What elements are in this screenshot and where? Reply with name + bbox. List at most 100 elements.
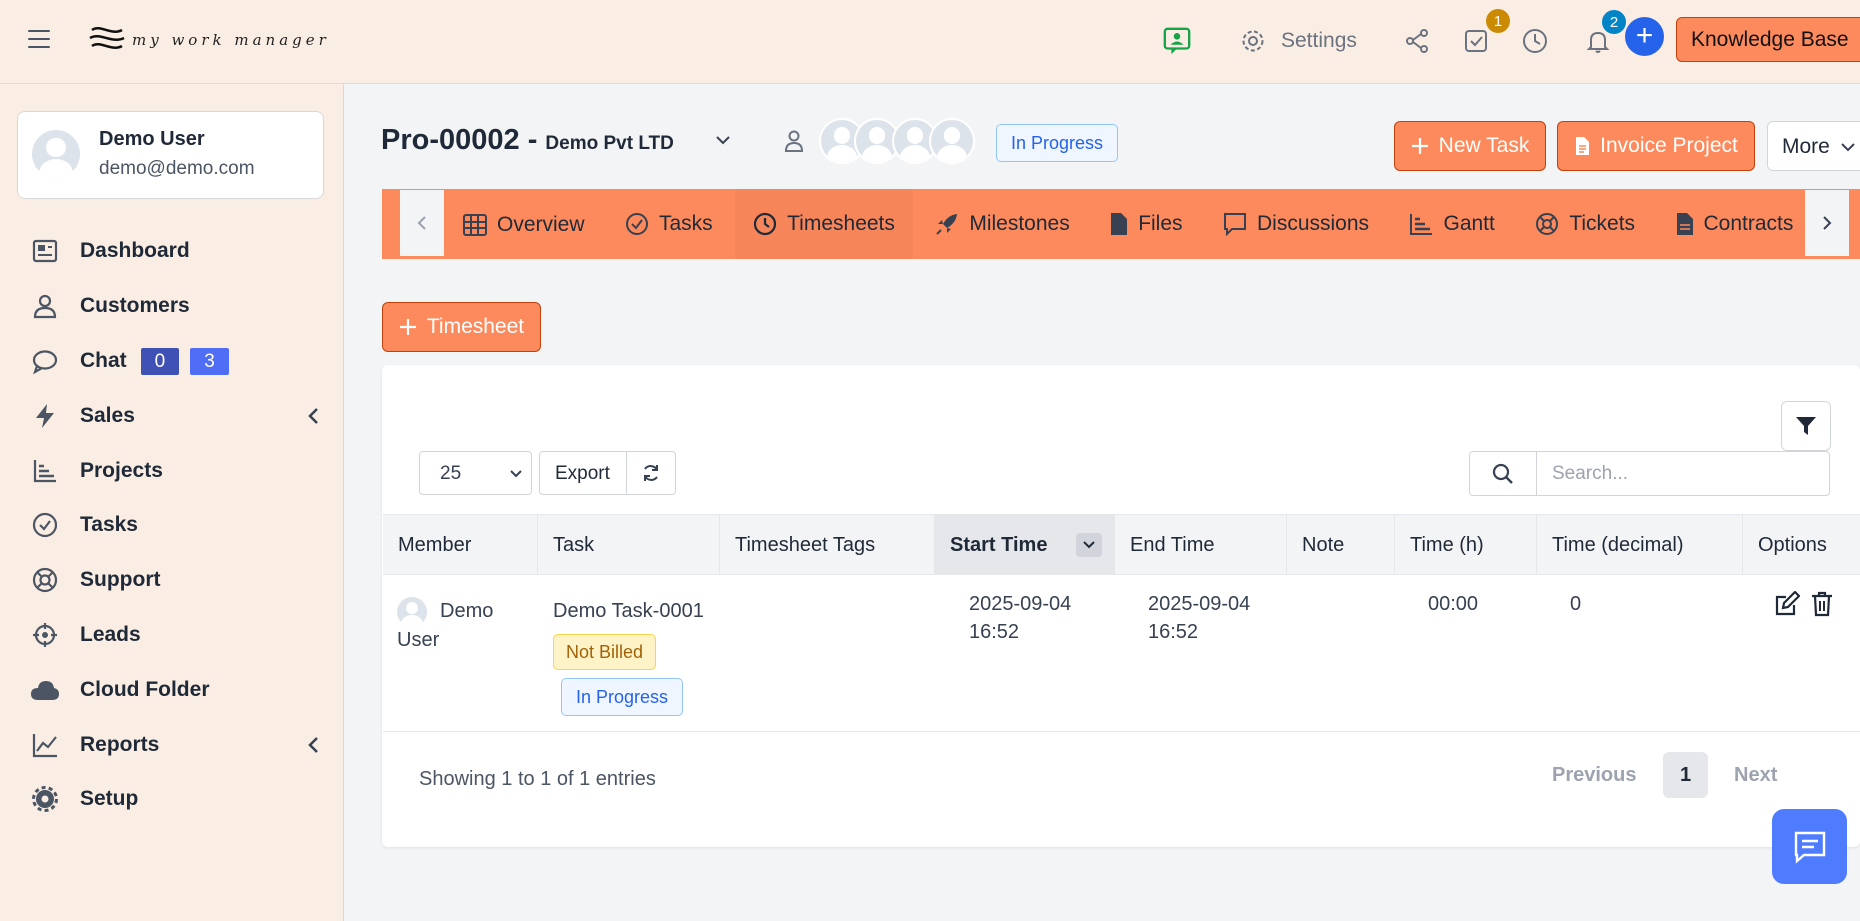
- tab-discussions[interactable]: Discussions: [1205, 189, 1387, 259]
- project-code: Pro-00002 -: [381, 124, 538, 156]
- timer-icon[interactable]: [1520, 26, 1550, 56]
- cloud-icon: [30, 675, 60, 705]
- pagination-next[interactable]: Next: [1734, 752, 1777, 798]
- chat-support-icon[interactable]: [1162, 26, 1192, 56]
- menu-toggle-icon[interactable]: [28, 30, 50, 48]
- start-time: 16:52: [969, 621, 1020, 643]
- tab-timesheets[interactable]: Timesheets: [735, 189, 913, 259]
- invoice-project-button[interactable]: Invoice Project: [1557, 121, 1755, 171]
- rocket-icon: [936, 214, 958, 235]
- settings-link[interactable]: Settings: [1281, 29, 1357, 53]
- sidebar-item-projects[interactable]: Projects: [30, 455, 320, 487]
- sidebar-item-customers[interactable]: Customers: [30, 290, 320, 322]
- user-card[interactable]: Demo User demo@demo.com: [17, 111, 324, 199]
- column-header-task[interactable]: Task: [538, 515, 720, 574]
- column-header-member[interactable]: Member: [383, 515, 538, 574]
- crosshair-icon: [30, 620, 60, 650]
- todo-count-badge: 1: [1486, 9, 1510, 33]
- message-square-icon: [1223, 213, 1246, 236]
- end-date: 2025-09-04: [1148, 593, 1251, 615]
- row-divider: [383, 731, 1860, 732]
- todo-icon[interactable]: [1461, 26, 1491, 56]
- tabs-scroll-left-icon[interactable]: [400, 190, 444, 256]
- entries-info: Showing 1 to 1 of 1 entries: [419, 768, 656, 790]
- delete-trash-icon[interactable]: [1811, 591, 1833, 622]
- end-time: 16:52: [1148, 621, 1199, 643]
- tab-tasks[interactable]: Tasks: [607, 189, 731, 259]
- filter-funnel-icon: [1796, 417, 1816, 435]
- column-header-tags[interactable]: Timesheet Tags: [720, 515, 935, 574]
- column-header-options: Options: [1758, 534, 1827, 556]
- filter-button[interactable]: [1781, 401, 1831, 451]
- member-first-name[interactable]: Demo: [440, 597, 493, 626]
- chat-bubble-icon: [30, 346, 60, 376]
- project-status-badge: In Progress: [996, 124, 1118, 162]
- chat-badge-unread: 0: [140, 347, 180, 375]
- sidebar-item-leads[interactable]: Leads: [30, 619, 320, 651]
- sidebar-item-sales[interactable]: Sales: [30, 400, 320, 432]
- sidebar: Demo User demo@demo.com Dashboard Custom…: [0, 84, 344, 921]
- column-header-note[interactable]: Note: [1287, 515, 1395, 574]
- billing-status-badge: Not Billed: [553, 634, 657, 670]
- pagination-page-1[interactable]: 1: [1663, 752, 1708, 798]
- clock-icon: [754, 212, 777, 236]
- sidebar-item-tasks[interactable]: Tasks: [30, 509, 320, 541]
- app-logo[interactable]: my work manager: [86, 22, 330, 58]
- user-name: Demo User: [99, 128, 205, 150]
- bolt-icon: [30, 401, 60, 431]
- edit-icon[interactable]: [1774, 590, 1801, 622]
- member-avatar[interactable]: [397, 597, 427, 627]
- add-timesheet-button[interactable]: Timesheet: [382, 302, 541, 352]
- tab-files[interactable]: Files: [1092, 189, 1200, 259]
- sidebar-item-support[interactable]: Support: [30, 564, 320, 596]
- tab-milestones[interactable]: Milestones: [917, 189, 1087, 259]
- members-user-icon[interactable]: [783, 129, 805, 158]
- sidebar-item-setup[interactable]: Setup: [30, 783, 320, 815]
- project-switcher-chevron-icon[interactable]: [714, 133, 732, 152]
- task-status-badge: In Progress: [561, 678, 683, 716]
- gantt-chart-icon: [1410, 214, 1433, 235]
- time-decimal: 0: [1570, 593, 1582, 615]
- search-input[interactable]: [1536, 451, 1830, 496]
- export-button[interactable]: Export: [539, 451, 627, 495]
- time-hours: 00:00: [1428, 593, 1479, 615]
- tab-contracts[interactable]: Contracts: [1658, 189, 1806, 259]
- user-email: demo@demo.com: [99, 158, 255, 179]
- column-header-start-time[interactable]: Start Time: [935, 515, 1115, 574]
- sidebar-item-dashboard[interactable]: Dashboard: [30, 235, 320, 267]
- project-company: Demo Pvt LTD: [545, 133, 674, 154]
- quick-create-button[interactable]: +: [1625, 17, 1664, 56]
- lifebuoy-icon: [30, 565, 60, 595]
- page-length-select[interactable]: 25: [419, 451, 532, 495]
- sidebar-item-cloud-folder[interactable]: Cloud Folder: [30, 674, 320, 706]
- contract-file-icon: [1676, 213, 1693, 235]
- member-last-name[interactable]: User: [397, 626, 439, 655]
- line-chart-icon: [30, 730, 60, 760]
- pagination-previous[interactable]: Previous: [1552, 752, 1636, 798]
- logo-mark-icon: [89, 27, 125, 49]
- tab-gantt[interactable]: Gantt: [1391, 189, 1512, 259]
- more-dropdown-button[interactable]: More: [1767, 121, 1860, 171]
- tabs-scroll-right-icon[interactable]: [1805, 190, 1849, 256]
- user-icon: [30, 291, 60, 321]
- new-task-button[interactable]: New Task: [1394, 121, 1546, 171]
- settings-icon[interactable]: [1238, 26, 1268, 56]
- sidebar-item-chat[interactable]: Chat 0 3: [30, 345, 320, 377]
- task-link[interactable]: Demo Task-0001: [553, 597, 704, 626]
- column-header-time-h[interactable]: Time (h): [1395, 515, 1537, 574]
- live-chat-button[interactable]: [1772, 809, 1847, 884]
- projects-chart-icon: [30, 456, 60, 486]
- member-avatar[interactable]: [929, 118, 975, 164]
- check-circle-icon: [30, 510, 60, 540]
- top-header: my work manager Settings 1 2 + Knowledge…: [0, 0, 1860, 84]
- refresh-icon: [644, 465, 658, 481]
- tab-tickets[interactable]: Tickets: [1517, 189, 1653, 259]
- column-header-time-decimal[interactable]: Time (decimal): [1537, 515, 1743, 574]
- knowledge-base-button[interactable]: Knowledge Base: [1676, 17, 1860, 62]
- column-header-end-time[interactable]: End Time: [1115, 515, 1287, 574]
- tab-overview[interactable]: Overview: [445, 190, 603, 259]
- refresh-button[interactable]: [626, 451, 676, 495]
- dashboard-icon: [30, 236, 60, 266]
- sidebar-item-reports[interactable]: Reports: [30, 729, 320, 761]
- share-icon[interactable]: [1402, 26, 1432, 56]
